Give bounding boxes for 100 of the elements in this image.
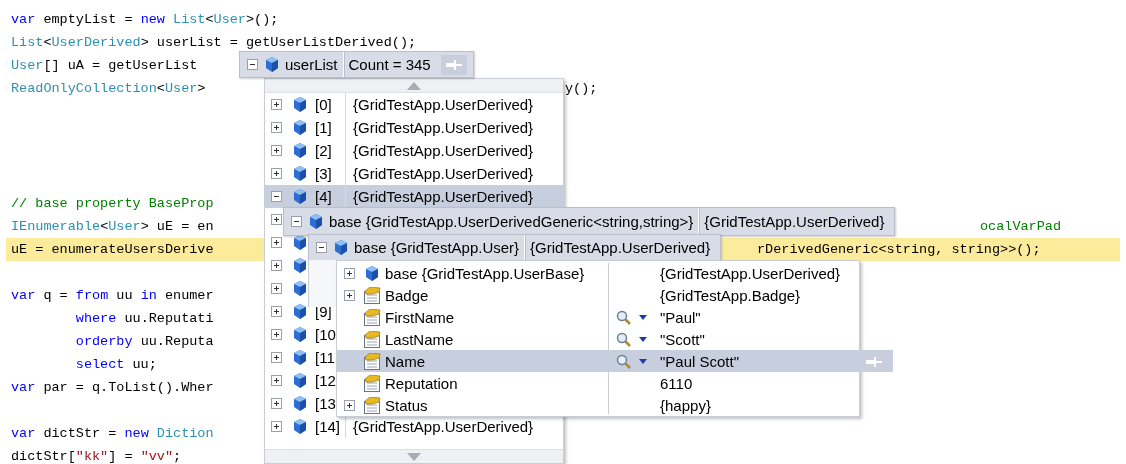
member-value: 6110 — [660, 374, 693, 392]
member-value: {GridTestApp.UserDerived} — [660, 264, 841, 282]
property-icon — [363, 374, 381, 392]
code-text: y(); — [565, 80, 598, 98]
code-text: var dictStr = new Diction — [11, 426, 214, 441]
member-value: "Scott" — [660, 330, 705, 348]
pin-icon — [445, 59, 462, 70]
member-value: {happy} — [660, 396, 711, 414]
member-name: Status — [384, 396, 429, 414]
expand-toggle[interactable] — [271, 306, 282, 317]
pin-icon — [866, 357, 882, 367]
expand-toggle[interactable] — [271, 283, 282, 294]
cube-icon — [294, 281, 306, 296]
member-name: Badge — [384, 286, 430, 304]
code-text: var q = from uu in enumer — [11, 288, 214, 303]
expand-toggle[interactable] — [343, 289, 355, 301]
cube-icon — [294, 373, 306, 388]
item-index: [0] — [315, 96, 333, 113]
cube-icon — [294, 120, 306, 135]
item-index: [3] — [315, 165, 333, 182]
code-text: ReadOnlyCollection<User> — [11, 81, 206, 96]
property-icon — [363, 330, 381, 348]
code-text: rDerivedGeneric<string, string>>(); — [757, 241, 1041, 259]
code-text: ocalVarPad — [980, 218, 1061, 236]
code-text: User[] uA = getUserList — [11, 58, 198, 73]
member-name: FirstName — [384, 308, 456, 326]
item-value: {GridTestApp.UserDerived} — [353, 96, 534, 113]
variable-value: {GridTestApp.UserDerived} — [704, 213, 886, 230]
selected-row-highlight[interactable]: [4] {GridTestApp.UserDerived} — [265, 185, 563, 208]
collapse-toggle[interactable] — [271, 191, 282, 202]
expand-toggle[interactable] — [271, 329, 282, 340]
item-index: [14] — [315, 418, 342, 435]
code-text: dictStr["kk"] = "vv"; — [11, 449, 182, 464]
expand-toggle[interactable] — [271, 145, 282, 156]
code-text: select uu; — [74, 357, 157, 372]
selected-row-highlight[interactable]: Name "Paul Scott" — [337, 350, 893, 372]
variable-name: base {GridTestApp.UserDerivedGeneric<string,string>} — [329, 213, 694, 230]
expand-toggle[interactable] — [271, 99, 282, 110]
cube-icon — [310, 214, 322, 229]
item-value: {GridTestApp.UserDerived} — [353, 142, 534, 159]
expand-toggle[interactable] — [271, 398, 282, 409]
cube-icon — [294, 419, 306, 434]
variable-value: Count = 345 — [348, 56, 432, 73]
cube-icon — [294, 396, 306, 411]
member-value: "Paul Scott" — [660, 352, 740, 370]
member-name: LastName — [384, 330, 455, 348]
dropdown-caret-icon[interactable] — [639, 358, 647, 364]
code-text: where uu.Reputati — [74, 311, 214, 326]
variable-value: {GridTestApp.UserDerived} — [530, 239, 712, 256]
cube-icon — [366, 265, 378, 281]
collapse-toggle[interactable] — [291, 216, 302, 227]
search-icon[interactable] — [616, 353, 631, 369]
expand-toggle[interactable] — [271, 352, 282, 363]
member-value: {GridTestApp.Badge} — [660, 286, 801, 304]
item-value: {GridTestApp.UserDerived} — [353, 188, 534, 205]
member-value: "Paul" — [660, 308, 701, 326]
expand-toggle[interactable] — [271, 237, 282, 248]
expand-toggle[interactable] — [271, 214, 282, 225]
item-index: [10 — [315, 326, 337, 343]
expand-toggle[interactable] — [343, 399, 355, 411]
dropdown-caret-icon[interactable] — [639, 314, 647, 320]
code-text: uE = enumerateUsersDerive — [11, 242, 214, 257]
item-index: [13 — [315, 395, 337, 412]
search-icon[interactable] — [616, 331, 631, 347]
code-text: // base property BaseProp — [11, 196, 214, 211]
collapse-toggle[interactable] — [247, 59, 258, 70]
scroll-down-arrow-icon — [407, 452, 421, 461]
code-text: orderby uu.Reputa — [74, 334, 214, 349]
member-name: Reputation — [384, 374, 459, 392]
code-text: List<UserDerived> userList = getUserListDerived(); — [11, 35, 417, 50]
collapse-toggle[interactable] — [316, 242, 327, 253]
cube-icon — [294, 143, 306, 158]
item-value: {GridTestApp.UserDerived} — [353, 119, 534, 136]
expand-toggle[interactable] — [271, 260, 282, 271]
code-text: var par = q.ToList().Wher — [11, 380, 214, 395]
dropdown-caret-icon[interactable] — [639, 336, 647, 342]
cube-icon — [294, 189, 306, 204]
expand-toggle[interactable] — [271, 421, 282, 432]
property-icon — [363, 352, 381, 370]
cube-icon — [294, 235, 306, 250]
item-value: {GridTestApp.UserDerived} — [353, 418, 534, 435]
member-name: base {GridTestApp.UserBase} — [384, 264, 586, 282]
item-index: [12 — [315, 372, 337, 389]
property-icon — [363, 286, 381, 304]
code-text: IEnumerable<User> uE = en — [11, 219, 214, 234]
code-text: var emptyList = new List<User>(); — [11, 12, 279, 27]
scroll-up-arrow-icon — [407, 81, 421, 90]
item-value: {GridTestApp.UserDerived} — [353, 165, 534, 182]
cube-icon — [294, 97, 306, 112]
item-index: [4] — [315, 188, 333, 205]
expand-toggle[interactable] — [271, 168, 282, 179]
expand-toggle[interactable] — [271, 122, 282, 133]
item-index: [2] — [315, 142, 333, 159]
expand-toggle[interactable] — [271, 375, 282, 386]
search-icon[interactable] — [616, 309, 631, 325]
item-index: [1] — [315, 119, 333, 136]
expand-toggle[interactable] — [343, 267, 355, 279]
member-name: Name — [384, 352, 426, 370]
cube-icon — [294, 304, 306, 319]
property-icon — [363, 308, 381, 326]
